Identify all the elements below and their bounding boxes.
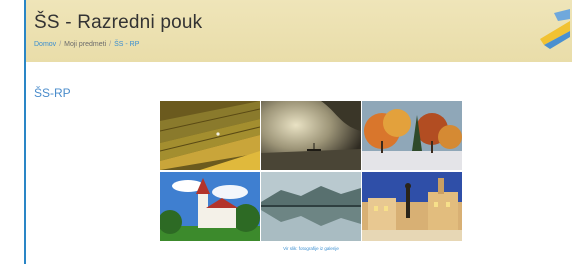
breadcrumb-separator: / <box>109 41 112 48</box>
breadcrumb: Domov / Moji predmeti / ŠS - RP <box>34 41 139 48</box>
course-header: ŠS - Razredni pouk Domov / Moji predmeti / Š… <box>26 0 572 62</box>
lake-reflection-photo <box>261 172 361 241</box>
course-heading: ŠS-RP <box>34 86 71 100</box>
page-frame: ŠS - Razredni pouk Domov / Moji predmeti / Š… <box>24 0 572 264</box>
breadcrumb-current[interactable]: ŠS - RP <box>114 41 139 48</box>
breadcrumb-separator: / <box>59 41 62 48</box>
gallery-caption[interactable]: Vir slik: fotografije iz galerije <box>160 246 462 251</box>
breadcrumb-my-courses[interactable]: Moji predmeti <box>64 41 106 48</box>
church-photo <box>160 172 260 241</box>
town-square-photo <box>362 172 462 241</box>
autumn-trees-photo <box>362 101 462 170</box>
page-title: ŠS - Razredni pouk <box>34 12 203 33</box>
course-logo-icon <box>540 9 570 49</box>
field-photo <box>160 101 260 170</box>
lake-boat-photo <box>261 101 361 170</box>
photo-gallery <box>160 101 462 241</box>
breadcrumb-home[interactable]: Domov <box>34 41 56 48</box>
